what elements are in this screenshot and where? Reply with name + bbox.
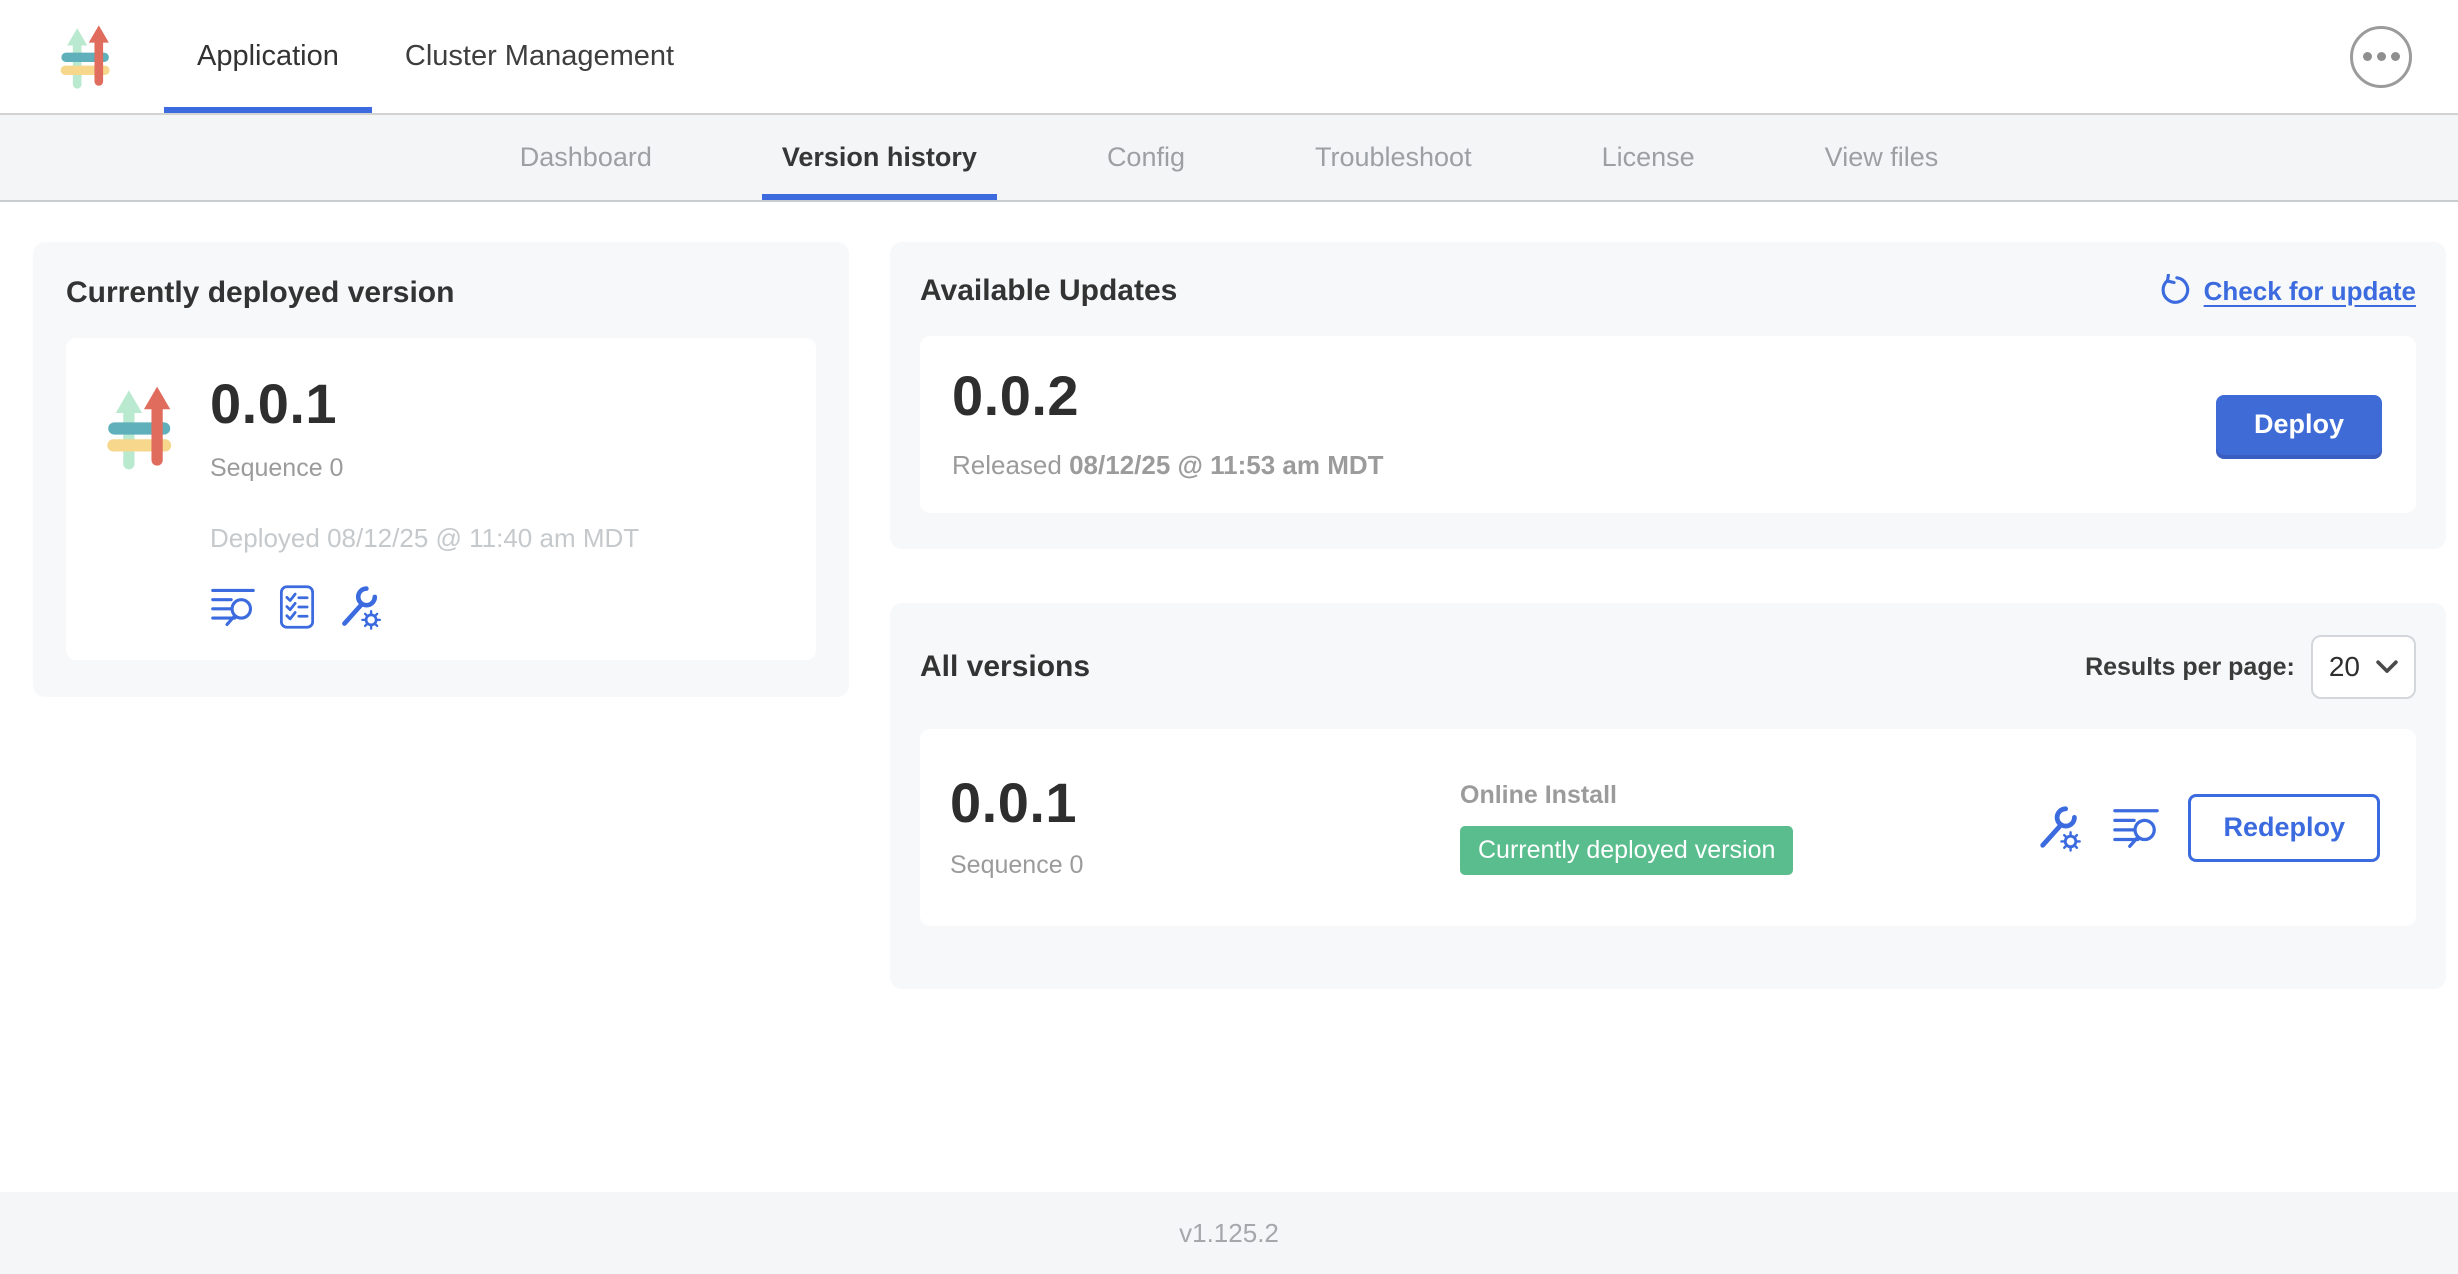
version-row-info: 0.0.1 Sequence 0 (950, 775, 1460, 880)
tab-application[interactable]: Application (164, 0, 372, 113)
top-bar: Application Cluster Management (0, 0, 2458, 115)
results-per-page-select[interactable]: 20 (2311, 635, 2416, 699)
log-search-icon[interactable] (2112, 804, 2160, 852)
all-versions-header: All versions Results per page: 20 (920, 635, 2416, 699)
refresh-icon (2158, 274, 2192, 308)
redeploy-button[interactable]: Redeploy (2188, 794, 2380, 862)
version-history-page: Application Cluster Management Dashboard… (0, 0, 2458, 1274)
right-column: Available Updates Check for update 0.0.2… (890, 242, 2446, 989)
deployed-version-info: 0.0.1 Sequence 0 Deployed 08/12/25 @ 11:… (210, 368, 639, 630)
available-updates-card: Available Updates Check for update 0.0.2… (890, 242, 2446, 549)
subnav-tab-version-history[interactable]: Version history (762, 115, 997, 200)
ellipsis-icon (2377, 52, 2386, 61)
app-subnav: Dashboard Version history Config Trouble… (0, 115, 2458, 202)
version-row-actions: Redeploy (2036, 794, 2386, 862)
version-row: 0.0.1 Sequence 0 Online Install Currentl… (920, 729, 2416, 926)
chevron-down-icon (2376, 660, 2398, 674)
subnav-tab-config[interactable]: Config (1087, 115, 1205, 200)
subnav-tab-license[interactable]: License (1582, 115, 1715, 200)
version-row-status: Online Install Currently deployed versio… (1460, 781, 2036, 875)
currently-deployed-card: Currently deployed version 0.0.1 Sequenc… (33, 242, 849, 697)
log-search-icon[interactable] (210, 584, 256, 630)
released-date: 08/12/25 @ 11:53 am MDT (1069, 450, 1383, 480)
available-updates-title: Available Updates (920, 274, 1177, 308)
deployed-version-panel: 0.0.1 Sequence 0 Deployed 08/12/25 @ 11:… (66, 338, 816, 660)
primary-nav: Application Cluster Management (164, 0, 707, 113)
released-prefix: Released (952, 450, 1062, 480)
deployed-action-icons (210, 584, 639, 630)
results-per-page-value: 20 (2329, 651, 2360, 683)
overflow-menu-button[interactable] (2350, 26, 2412, 88)
subnav-tab-troubleshoot[interactable]: Troubleshoot (1295, 115, 1492, 200)
install-type-label: Online Install (1460, 781, 2036, 810)
page-footer: v1.125.2 (0, 1192, 2458, 1274)
currently-deployed-badge: Currently deployed version (1460, 826, 1793, 875)
config-wrench-icon[interactable] (338, 584, 384, 630)
subnav-tab-view-files[interactable]: View files (1805, 115, 1959, 200)
update-row: 0.0.2 Released 08/12/25 @ 11:53 am MDT D… (920, 336, 2416, 513)
subnav-tab-dashboard[interactable]: Dashboard (500, 115, 672, 200)
deployed-timestamp: Deployed 08/12/25 @ 11:40 am MDT (210, 523, 639, 554)
available-updates-header: Available Updates Check for update (920, 274, 2416, 308)
check-for-update-link[interactable]: Check for update (2158, 274, 2416, 308)
check-for-update-label: Check for update (2204, 276, 2416, 307)
all-versions-title: All versions (920, 650, 1090, 684)
console-version: v1.125.2 (1179, 1218, 1279, 1249)
currently-deployed-title: Currently deployed version (66, 276, 816, 310)
tab-cluster-management[interactable]: Cluster Management (372, 0, 707, 113)
app-logo-icon (96, 368, 190, 630)
content-area: Currently deployed version 0.0.1 Sequenc… (0, 202, 2458, 1192)
update-info: 0.0.2 Released 08/12/25 @ 11:53 am MDT (952, 368, 1384, 481)
topbar-spacer (707, 0, 2350, 113)
row-sequence-label: Sequence 0 (950, 851, 1460, 880)
results-per-page-label: Results per page: (2085, 653, 2295, 682)
deployed-sequence-label: Sequence 0 (210, 454, 639, 483)
preflight-checklist-icon[interactable] (274, 584, 320, 630)
update-released-timestamp: Released 08/12/25 @ 11:53 am MDT (952, 450, 1384, 481)
results-per-page: Results per page: 20 (2085, 635, 2416, 699)
all-versions-card: All versions Results per page: 20 0.0.1 … (890, 603, 2446, 989)
row-version-number: 0.0.1 (950, 775, 1460, 831)
deployed-version-number: 0.0.1 (210, 376, 639, 432)
app-logo-icon (52, 21, 124, 93)
config-wrench-icon[interactable] (2036, 804, 2084, 852)
deploy-button[interactable]: Deploy (2216, 395, 2382, 455)
update-version-number: 0.0.2 (952, 368, 1384, 424)
